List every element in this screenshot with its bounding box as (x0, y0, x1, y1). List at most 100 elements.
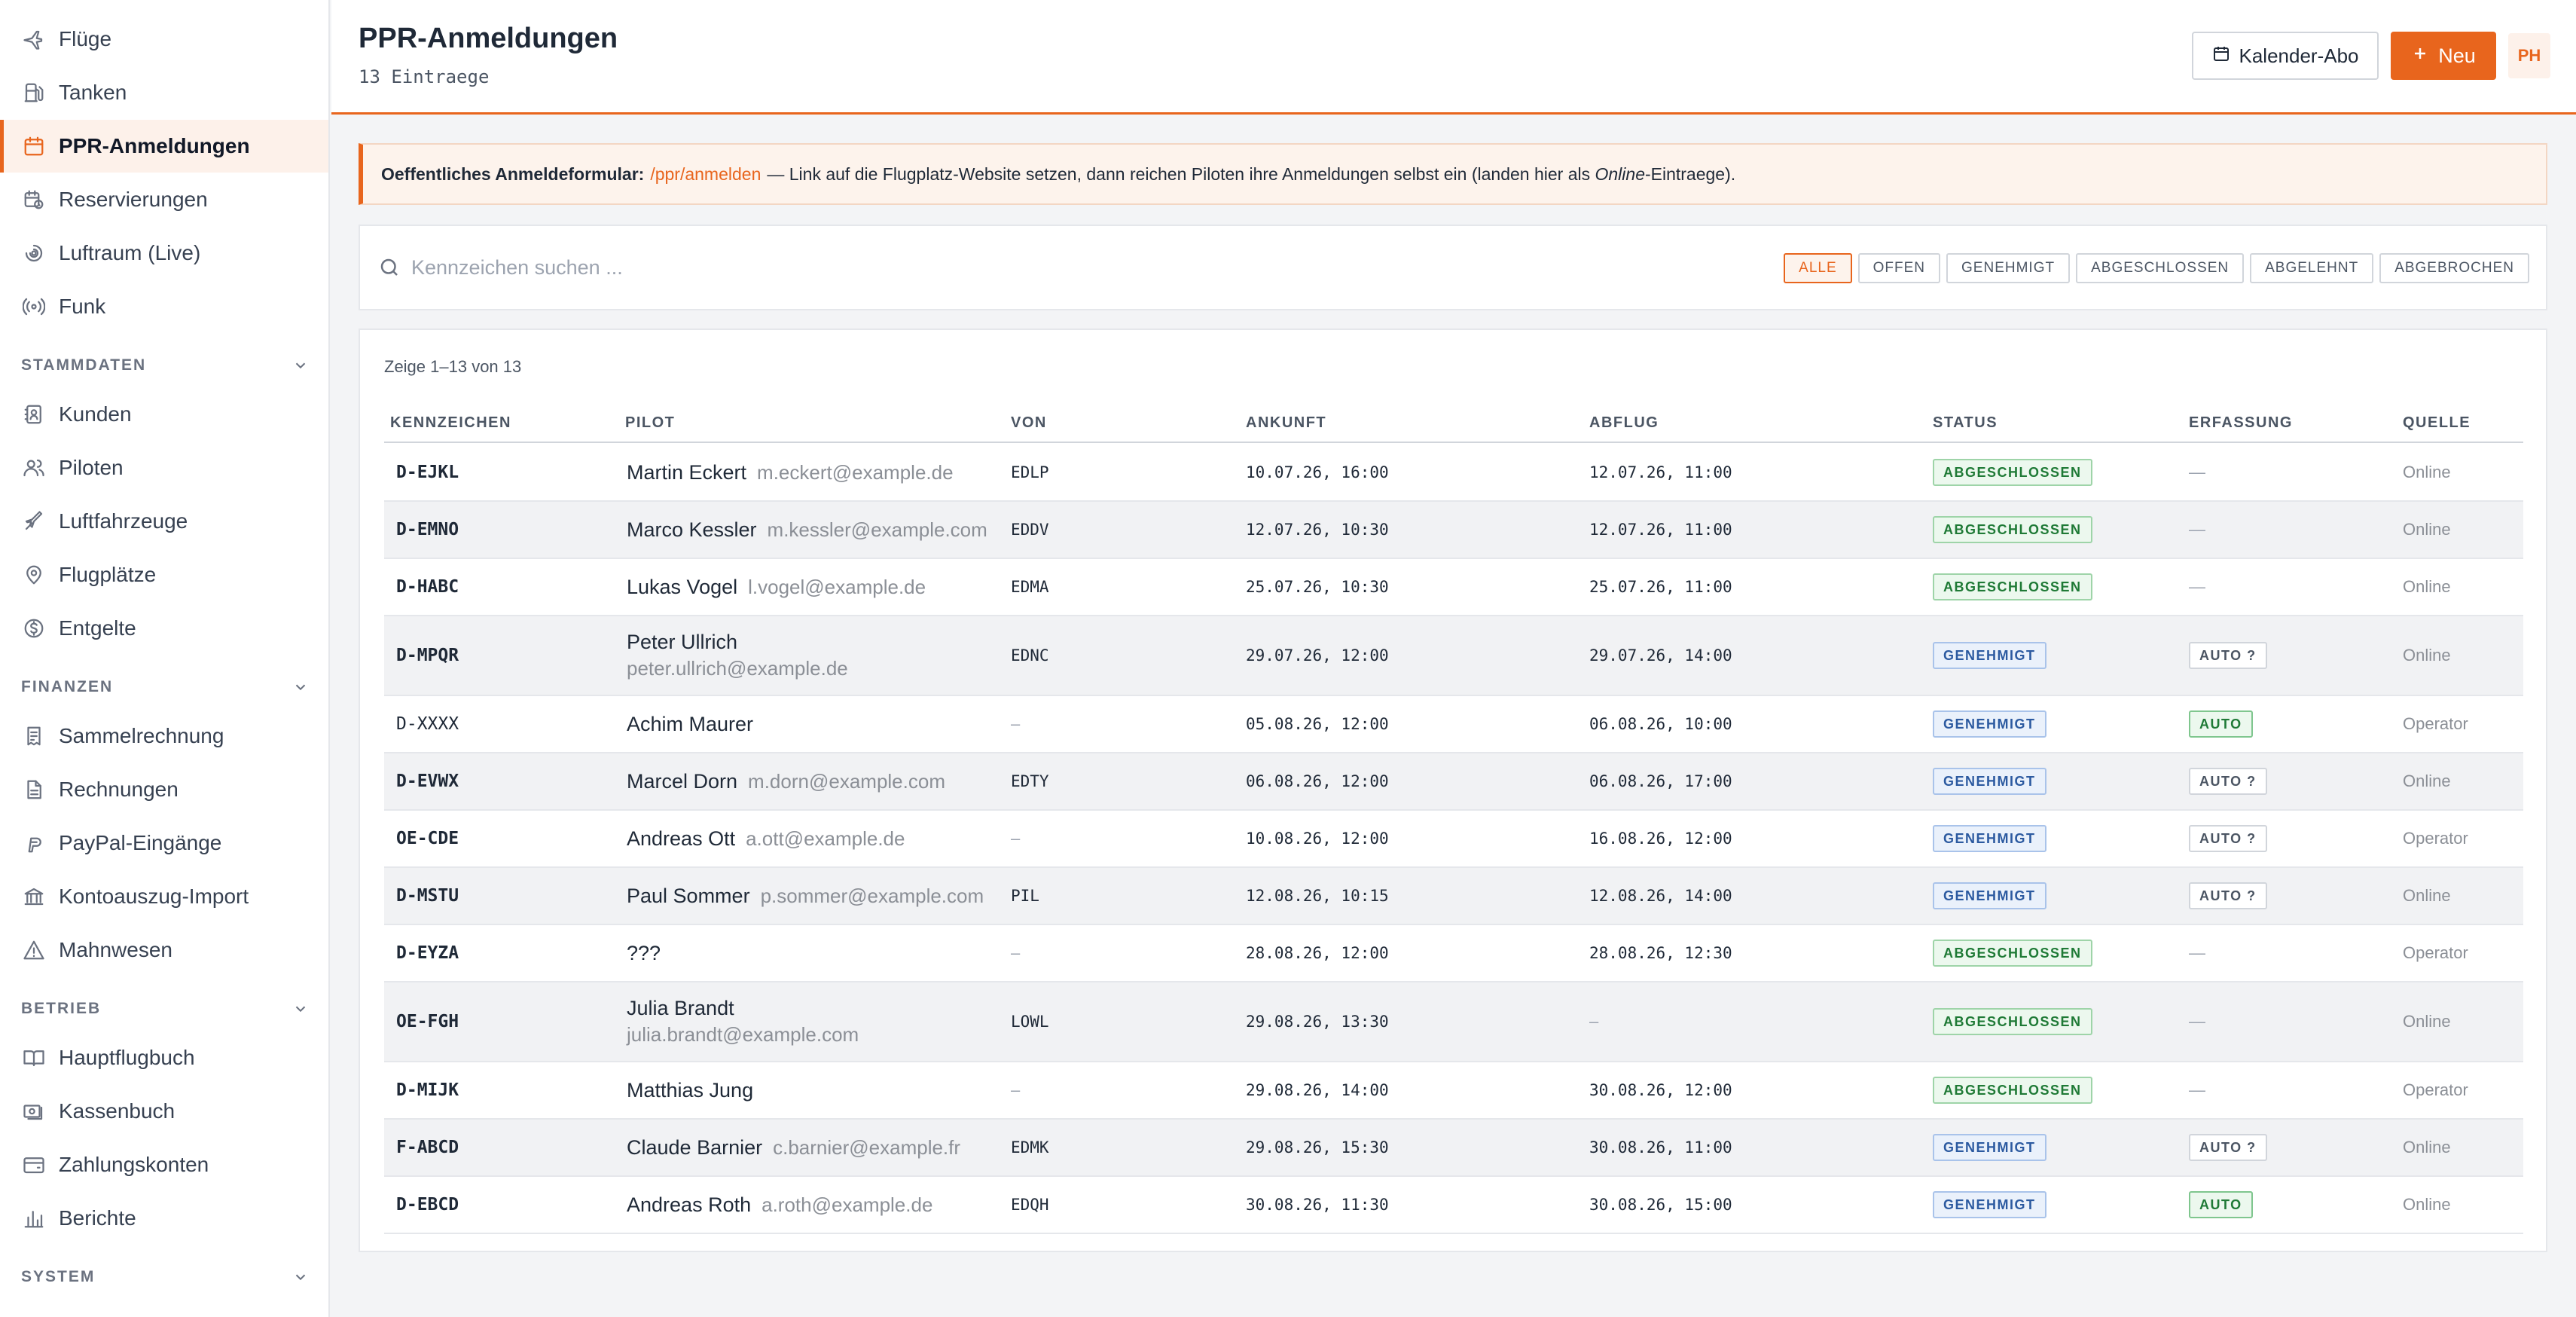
column-header-abflug[interactable]: ABFLUG (1589, 402, 1659, 443)
registration-cell[interactable]: D-EVWX (396, 753, 459, 809)
sidebar-section-title: BETRIEB (21, 1000, 102, 1017)
capture-badge[interactable]: AUTO ? (2189, 882, 2267, 909)
capture-cell: — (2189, 445, 2205, 500)
capture-badge[interactable]: AUTO ? (2189, 825, 2267, 852)
pilot-email: a.roth@example.de (762, 1193, 933, 1216)
table-row[interactable]: D-EMNO Marco Kessler m.kessler@example.com… (384, 502, 2523, 559)
table-row[interactable]: D-EVWX Marcel Dorn m.dorn@example.com EDTY 0… (384, 753, 2523, 811)
sidebar-item-mahnwesen[interactable]: Mahnwesen (0, 924, 328, 976)
table-row[interactable]: D-EYZA??? – 28.08.26, 12:00 28.08.26, 12:30… (384, 925, 2523, 982)
registration-cell[interactable]: D-MPQR (396, 616, 459, 695)
source-cell: Online (2403, 772, 2451, 790)
banner-text: — Link auf die Flugplatz-Website setzen,… (767, 163, 1591, 184)
column-header-erfassung[interactable]: ERFASSUNG (2189, 402, 2293, 443)
pilot-cell: Paul Sommer p.sommer@example.com (627, 868, 984, 924)
table-row[interactable]: D-MSTU Paul Sommer p.sommer@example.com PIL… (384, 868, 2523, 925)
origin-cell: – (1011, 1080, 1021, 1099)
chevron-down-icon (292, 1269, 309, 1285)
capture-badge: AUTO (2189, 710, 2253, 738)
column-header-kennzeichen[interactable]: KENNZEICHEN (390, 402, 511, 443)
sidebar-item-label: Flüge (59, 27, 112, 50)
sidebar-section-finanzen[interactable]: FINANZEN (21, 672, 309, 702)
sidebar-item-label: Sammelrechnung (59, 724, 224, 747)
column-header-quelle[interactable]: QUELLE (2403, 402, 2471, 443)
sidebar-item-label: Funk (59, 295, 106, 318)
registration-cell[interactable]: D-EMNO (396, 502, 459, 558)
pilot-email: m.kessler@example.com (767, 518, 987, 541)
sidebar-section-system[interactable]: SYSTEM (21, 1262, 309, 1292)
table-row[interactable]: D-EBCD Andreas Roth a.roth@example.de EDQH 3… (384, 1177, 2523, 1234)
sidebar-item-kassenbuch[interactable]: Kassenbuch (0, 1085, 328, 1138)
capture-badge[interactable]: AUTO ? (2189, 1134, 2267, 1161)
sidebar-item-flugplaetze[interactable]: Flugplätze (0, 548, 328, 601)
calendar-subscribe-button[interactable]: Kalender-Abo (2192, 32, 2379, 80)
sidebar-item-fluege[interactable]: Flüge (0, 13, 328, 66)
capture-badge[interactable]: AUTO ? (2189, 768, 2267, 795)
sidebar-item-funk[interactable]: Funk (0, 280, 328, 333)
paypal-icon (21, 830, 47, 856)
table-row[interactable]: D-HABC Lukas Vogel l.vogel@example.de EDMA 2… (384, 559, 2523, 616)
user-avatar[interactable]: PH (2508, 33, 2550, 78)
sidebar-item-piloten[interactable]: Piloten (0, 442, 328, 494)
table-row[interactable]: OE-FGH Julia Brandt julia.brandt@example.c… (384, 982, 2523, 1062)
wallet-icon (21, 1152, 47, 1178)
table-row[interactable]: D-MIJK Matthias Jung – 29.08.26, 14:00 30.08… (384, 1062, 2523, 1120)
registration-cell[interactable]: D-MIJK (396, 1062, 459, 1118)
registration-cell[interactable]: D-MSTU (396, 868, 459, 924)
registration-cell[interactable]: OE-FGH (396, 982, 459, 1061)
sidebar-section-stammdaten[interactable]: STAMMDATEN (21, 350, 309, 380)
calendar-clock-icon (21, 187, 47, 212)
registration-cell[interactable]: D-EBCD (396, 1177, 459, 1233)
column-header-ankunft[interactable]: ANKUNFT (1246, 402, 1326, 443)
filter-genehmigt[interactable]: GENEHMIGT (1946, 253, 2071, 283)
filter-abgebrochen[interactable]: ABGEBROCHEN (2379, 253, 2529, 283)
registration-cell[interactable]: D-XXXX (396, 696, 459, 752)
sidebar-item-luftraum-live[interactable]: Luftraum (Live) (0, 227, 328, 280)
sidebar-item-label: Luftraum (Live) (59, 241, 201, 264)
users-icon (21, 455, 47, 481)
sidebar-item-berichte[interactable]: Berichte (0, 1192, 328, 1245)
status-cell: ABGESCHLOSSEN (1933, 559, 2092, 615)
sidebar-item-kontoauszug-import[interactable]: Kontoauszug-Import (0, 870, 328, 923)
sidebar-item-sammelrechnung[interactable]: Sammelrechnung (0, 710, 328, 762)
table-row[interactable]: OE-CDE Andreas Ott a.ott@example.de – 10.08.… (384, 811, 2523, 868)
filter-alle[interactable]: ALLE (1784, 253, 1852, 283)
table-row[interactable]: F-ABCD Claude Barnier c.barnier@example.fr… (384, 1120, 2523, 1177)
sidebar-item-reservierungen[interactable]: Reservierungen (0, 173, 328, 226)
calendar-icon (21, 133, 47, 159)
registration-cell[interactable]: D-EJKL (396, 445, 459, 500)
registration-cell[interactable]: F-ABCD (396, 1120, 459, 1175)
source-cell: Operator (2403, 829, 2468, 848)
sidebar-item-ppr-anmeldungen[interactable]: PPR-Anmeldungen (0, 120, 328, 173)
status-cell: GENEHMIGT (1933, 616, 2046, 695)
column-header-status[interactable]: STATUS (1933, 402, 1998, 443)
sidebar-item-luftfahrzeuge[interactable]: Luftfahrzeuge (0, 495, 328, 548)
source-cell: Operator (2403, 1080, 2468, 1099)
sidebar-item-kunden[interactable]: Kunden (0, 388, 328, 441)
sidebar-item-rechnungen[interactable]: Rechnungen (0, 763, 328, 816)
new-entry-button[interactable]: Neu (2391, 32, 2496, 80)
sidebar-item-zahlungskonten[interactable]: Zahlungskonten (0, 1138, 328, 1191)
sidebar-item-entgelte[interactable]: Entgelte (0, 602, 328, 655)
public-form-link[interactable]: /ppr/anmelden (650, 164, 761, 185)
sidebar-item-hauptflugbuch[interactable]: Hauptflugbuch (0, 1031, 328, 1084)
filter-abgelehnt[interactable]: ABGELEHNT (2250, 253, 2374, 283)
origin-cell: EDDV (1011, 521, 1049, 539)
sidebar-item-paypal-eingaenge[interactable]: PayPal-Eingänge (0, 817, 328, 869)
sidebar-section-betrieb[interactable]: BETRIEB (21, 994, 309, 1024)
table-row[interactable]: D-MPQR Peter Ullrich peter.ullrich@example… (384, 616, 2523, 696)
plus-icon (2411, 44, 2429, 68)
capture-badge[interactable]: AUTO ? (2189, 642, 2267, 669)
registration-cell[interactable]: OE-CDE (396, 811, 459, 866)
registration-cell[interactable]: D-EYZA (396, 925, 459, 981)
column-header-pilot[interactable]: PILOT (625, 402, 675, 443)
column-header-von[interactable]: VON (1011, 402, 1047, 443)
search-input[interactable] (411, 249, 1089, 286)
filter-abgeschlossen[interactable]: ABGESCHLOSSEN (2076, 253, 2245, 283)
sidebar-item-tanken[interactable]: Tanken (0, 66, 328, 119)
public-form-banner: Oeffentliches Anmeldeformular: /ppr/anme… (359, 143, 2547, 205)
table-row[interactable]: D-EJKL Martin Eckert m.eckert@example.de ED… (384, 445, 2523, 502)
table-row[interactable]: D-XXXX Achim Maurer – 05.08.26, 12:00 06.08.… (384, 696, 2523, 753)
registration-cell[interactable]: D-HABC (396, 559, 459, 615)
filter-offen[interactable]: OFFEN (1857, 253, 1941, 283)
